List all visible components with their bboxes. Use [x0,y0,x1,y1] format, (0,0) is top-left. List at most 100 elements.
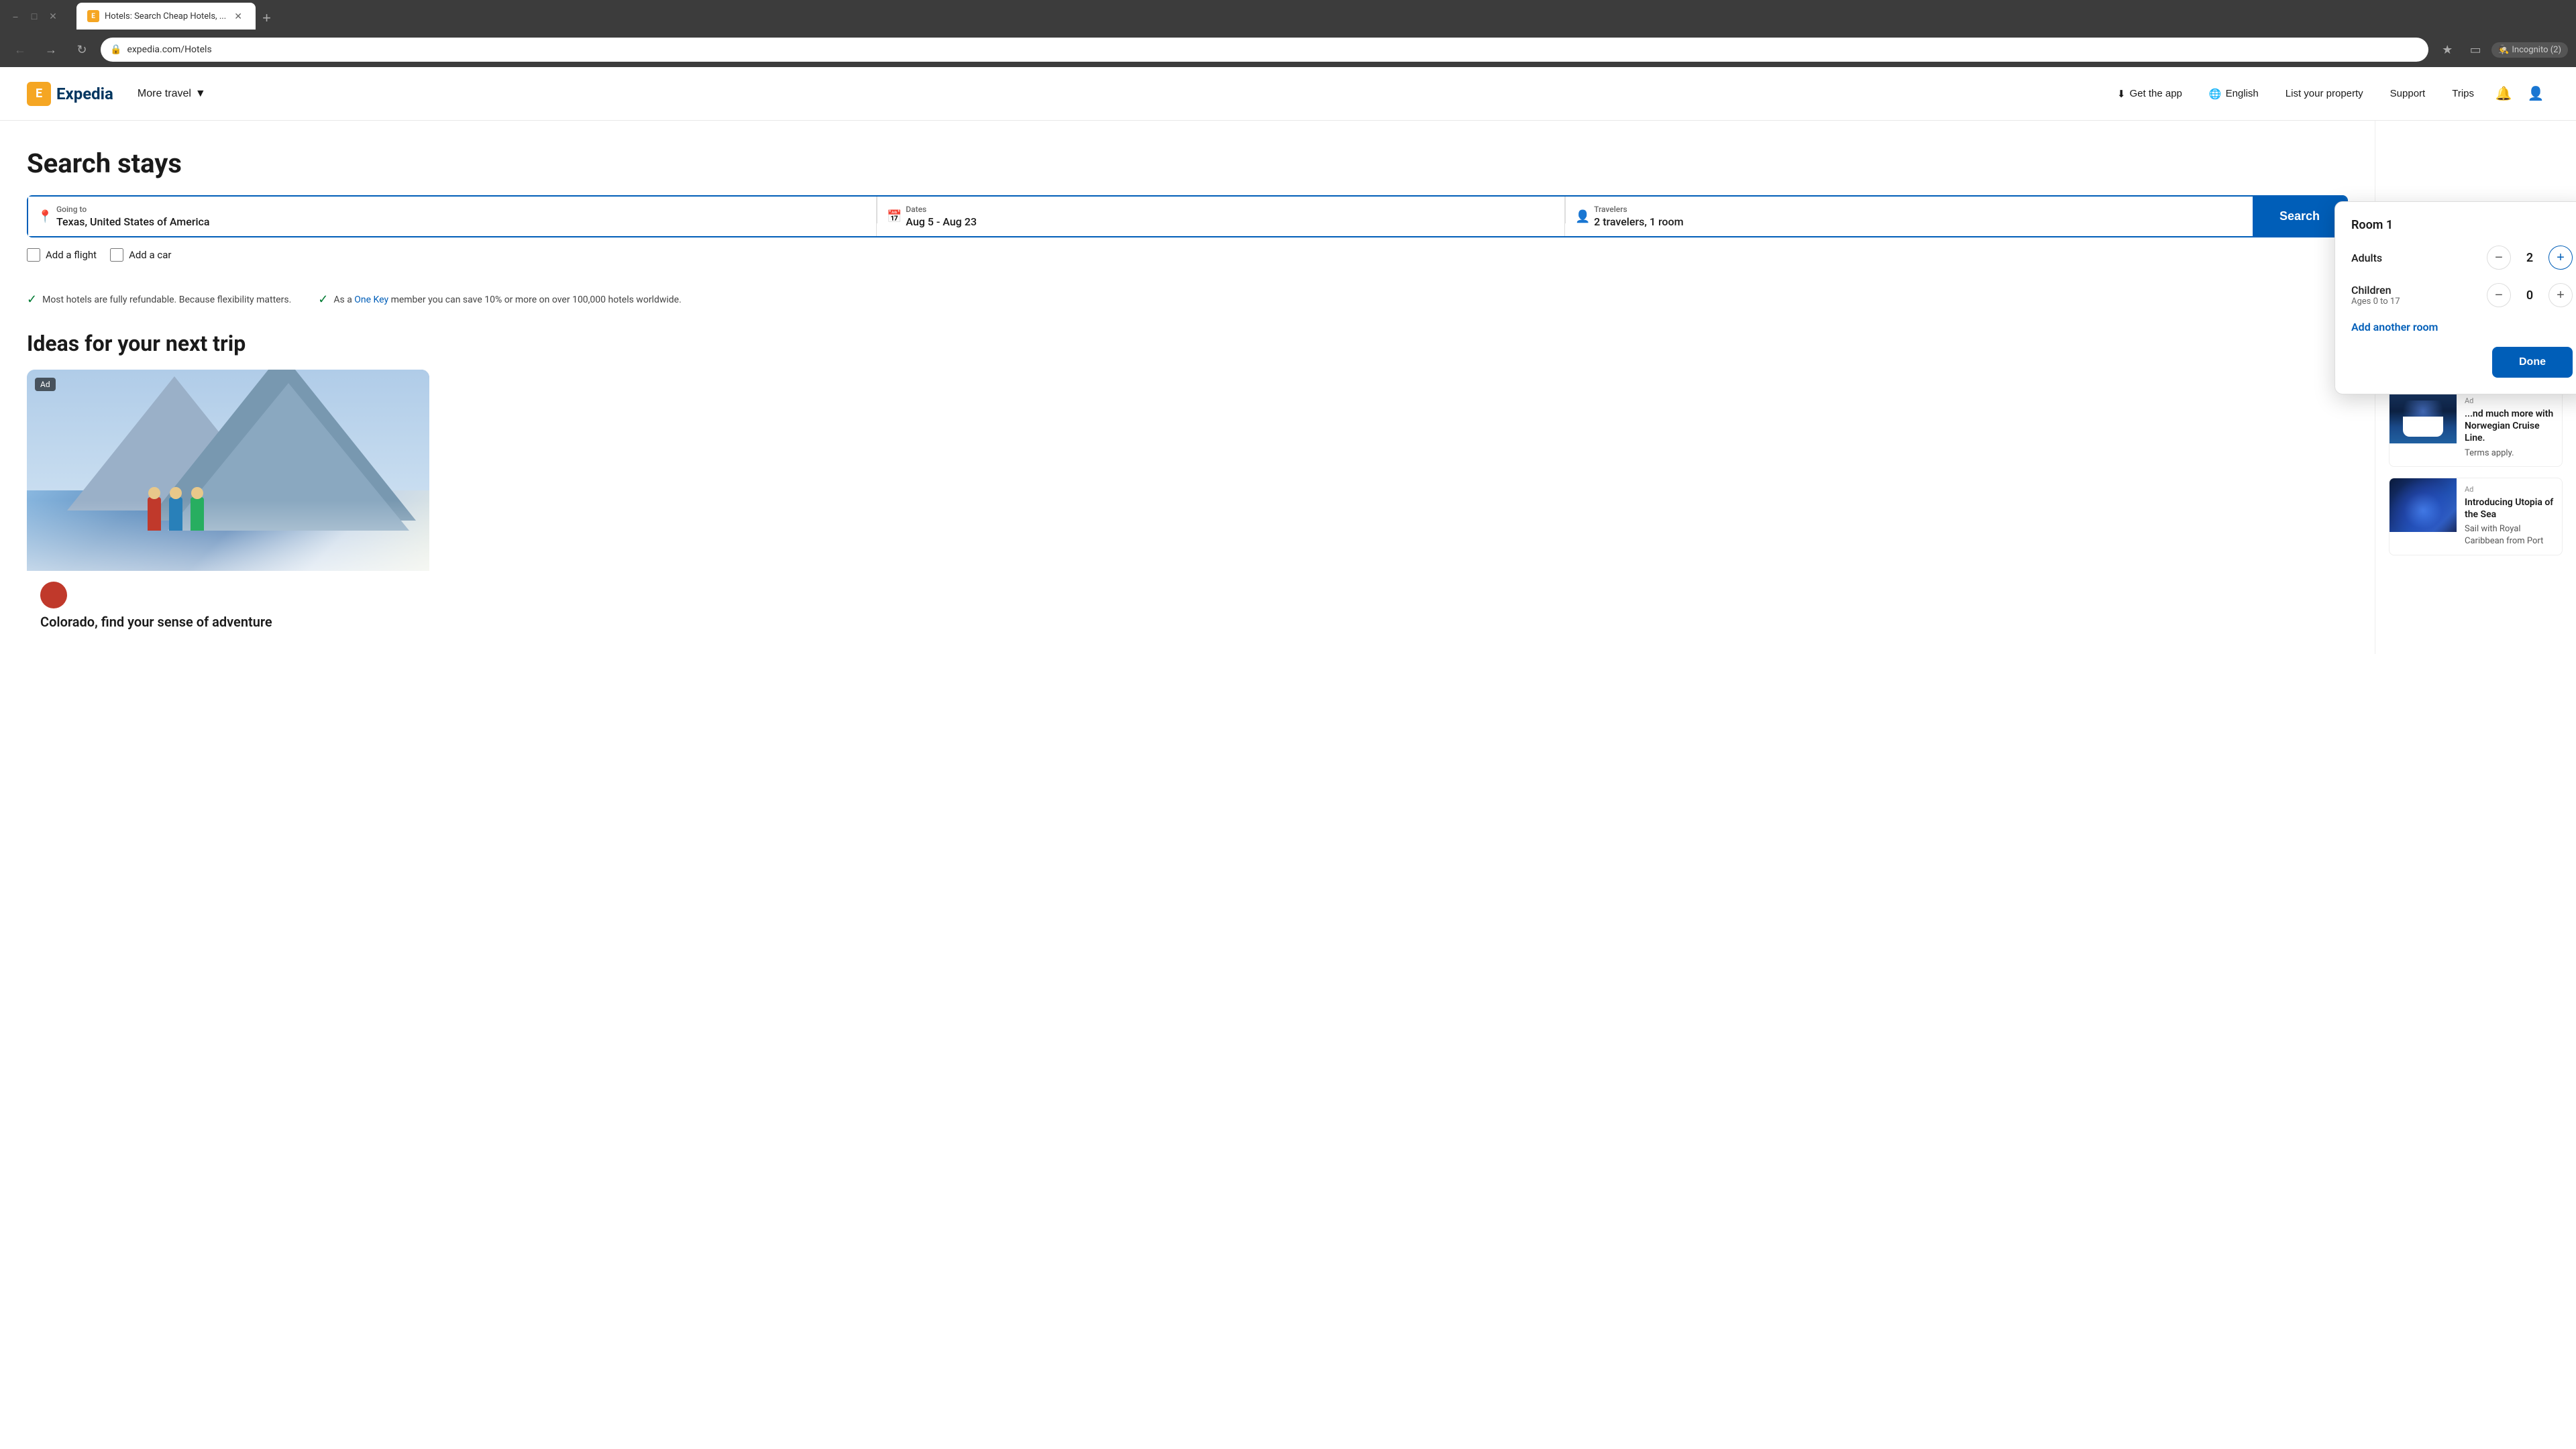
children-stepper: − 0 + [2487,283,2573,307]
children-value: 0 [2522,288,2538,303]
figure-3 [191,497,204,531]
utopia-card-image [2390,478,2457,532]
dates-label: Dates [906,205,1551,214]
norwegian-card-image [2390,390,2457,443]
card-caption: Colorado, find your sense of adventure [27,571,429,641]
going-to-field[interactable]: 📍 Going to Texas, United States of Ameri… [28,197,877,236]
more-travel-button[interactable]: More travel ▼ [129,83,214,105]
norwegian-card-desc: Terms apply. [2465,447,2554,460]
adults-label: Adults [2351,252,2382,264]
going-to-label: Going to [56,205,863,214]
search-section: Search stays 📍 Going to Texas, United St… [0,121,2375,282]
incognito-icon: 🕵 [2498,45,2509,55]
tab-close-button[interactable]: ✕ [231,9,245,23]
adults-decrement-button[interactable]: − [2487,246,2511,270]
site-header: E Expedia More travel ▼ ⬇ Get the app 🌐 … [0,67,2576,121]
ideas-card-image: Ad [27,370,429,571]
user-icon: 👤 [2528,85,2544,102]
cruise-ship [2403,417,2443,437]
popup-footer: Done [2351,347,2573,378]
norwegian-ad-badge: Ad [2465,396,2554,405]
search-button-label: Search [2279,209,2320,223]
calendar-icon: 📅 [887,209,902,223]
list-property-button[interactable]: List your property [2275,83,2374,105]
window-controls: ⎯ □ ✕ [8,9,60,23]
done-button[interactable]: Done [2492,347,2573,378]
going-to-value: Texas, United States of America [56,215,863,228]
add-car-option[interactable]: Add a car [110,248,171,262]
logo-link[interactable]: E Expedia [27,82,113,106]
download-icon: ⬇ [2117,88,2126,100]
address-bar[interactable]: 🔒 expedia.com/Hotels [101,38,2428,62]
search-title: Search stays [27,148,2348,179]
search-button[interactable]: Search [2253,197,2347,236]
account-button[interactable]: 👤 [2522,80,2549,107]
language-button[interactable]: 🌐 English [2198,83,2269,105]
ideas-card[interactable]: Ad Colorado, find your sense of adventur… [27,370,429,641]
travelers-field[interactable]: 👤 Travelers 2 travelers, 1 room [1566,197,2253,236]
ski-figures [148,497,204,531]
add-car-label: Add a car [129,249,171,261]
bookmark-button[interactable]: ★ [2435,38,2459,62]
lock-icon: 🔒 [110,44,121,55]
popup-room-title: Room 1 [2351,218,2573,232]
check-icon-1: ✓ [27,292,37,307]
utopia-card-desc: Sail with Royal Caribbean from Port [2465,523,2554,547]
travelers-value: 2 travelers, 1 room [1594,215,2239,228]
browser-titlebar: ⎯ □ ✕ E Hotels: Search Cheap Hotels, ...… [0,0,2576,32]
back-button[interactable]: ← [8,38,32,62]
notifications-button[interactable]: 🔔 [2490,80,2517,107]
person-icon: 👤 [1575,209,1590,223]
sidebar-card-utopia[interactable]: Ad Introducing Utopia of the Sea Sail wi… [2389,478,2563,555]
card-caption-text: Colorado, find your sense of adventure [40,614,416,630]
one-key-link[interactable]: One Key [354,294,388,305]
get-app-button[interactable]: ⬇ Get the app [2106,83,2193,105]
figure-1 [148,497,161,531]
incognito-label: Incognito (2) [2512,45,2561,55]
benefit-1: ✓ Most hotels are fully refundable. Beca… [27,292,291,307]
trips-button[interactable]: Trips [2441,83,2485,105]
ad-badge: Ad [35,378,56,391]
browser-toolbar: ← → ↻ 🔒 expedia.com/Hotels ★ ▭ 🕵 Incogni… [0,32,2576,67]
add-car-checkbox[interactable] [110,248,123,262]
tab-bar: E Hotels: Search Cheap Hotels, ... ✕ + [71,3,282,30]
page-layout: Search stays 📍 Going to Texas, United St… [0,121,2576,654]
ideas-section: Ideas for your next trip [0,317,2375,654]
refresh-button[interactable]: ↻ [70,38,94,62]
figure-2 [169,497,182,531]
support-button[interactable]: Support [2379,83,2436,105]
travelers-popup: Room 1 Adults − 2 + Children [2334,201,2576,394]
adults-value: 2 [2522,251,2538,265]
sidebar-cards: Ad ...nd much more with Norwegian Cruise… [2389,389,2563,555]
minimize-button[interactable]: ⎯ [8,9,23,23]
add-flight-checkbox[interactable] [27,248,40,262]
maximize-button[interactable]: □ [27,9,42,23]
dates-field[interactable]: 📅 Dates Aug 5 - Aug 23 [877,197,1565,236]
utopia-ad-badge: Ad [2465,485,2554,494]
travelers-label: Travelers [1594,205,2239,214]
adults-label-block: Adults [2351,252,2382,264]
children-increment-button[interactable]: + [2548,283,2573,307]
close-button[interactable]: ✕ [46,9,60,23]
sidebar-card-norwegian[interactable]: Ad ...nd much more with Norwegian Cruise… [2389,389,2563,467]
adults-stepper: − 2 + [2487,246,2573,270]
active-tab[interactable]: E Hotels: Search Cheap Hotels, ... ✕ [76,3,256,30]
reader-view-button[interactable]: ▭ [2463,38,2487,62]
search-options: Add a flight Add a car [27,248,2348,262]
forward-button[interactable]: → [39,38,63,62]
snow-overlay [27,500,429,571]
logo-icon: E [27,82,51,106]
logo-text: Expedia [56,85,113,103]
children-decrement-button[interactable]: − [2487,283,2511,307]
norwegian-card-title: ...nd much more with Norwegian Cruise Li… [2465,408,2554,445]
add-flight-option[interactable]: Add a flight [27,248,97,262]
list-property-label: List your property [2286,88,2363,99]
children-sublabel: Ages 0 to 17 [2351,297,2400,307]
incognito-badge: 🕵 Incognito (2) [2491,42,2568,58]
norwegian-card-content: Ad ...nd much more with Norwegian Cruise… [2457,390,2562,466]
new-tab-button[interactable]: + [257,7,276,30]
add-another-room-link[interactable]: Add another room [2351,321,2573,333]
utopia-image [2390,478,2457,532]
adults-increment-button[interactable]: + [2548,246,2573,270]
right-sidebar: Room 1 Adults − 2 + Children [2375,121,2576,654]
